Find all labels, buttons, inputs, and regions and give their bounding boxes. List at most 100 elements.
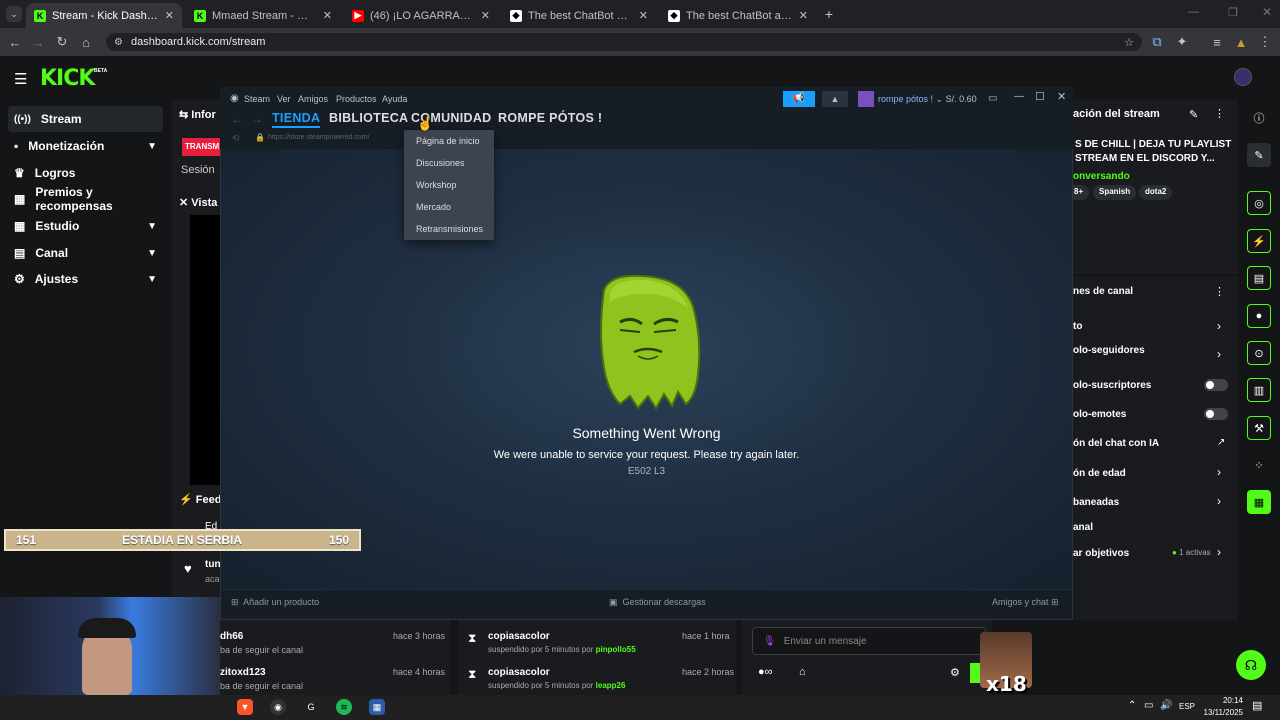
tray-chevron-up-icon[interactable]: ⌃: [1128, 700, 1136, 711]
focus-icon[interactable]: ◎: [1247, 191, 1271, 215]
steam-account-menu[interactable]: rompe pótos ! ⌄ S/. 0.60: [878, 94, 977, 105]
clock-time[interactable]: 20:14: [1203, 696, 1243, 705]
chevron-right-icon[interactable]: ›: [1217, 494, 1221, 508]
mod-username[interactable]: copiasacolor: [488, 667, 550, 678]
option-label[interactable]: olo-seguidores: [1073, 345, 1145, 356]
notifications-icon[interactable]: ▤: [1252, 699, 1262, 712]
sidebar-item-monetizacion[interactable]: ▪ Monetización ▼: [8, 133, 163, 159]
tab-chatbot-1[interactable]: ◆ The best ChatBot and Widgets ✕: [502, 3, 656, 28]
external-link-icon[interactable]: ↗: [1217, 437, 1225, 448]
steam-menu-ver[interactable]: Ver: [277, 94, 291, 104]
steam-menu-ayuda[interactable]: Ayuda: [382, 94, 407, 104]
store-icon[interactable]: ⌂: [799, 666, 806, 678]
volume-icon[interactable]: 🔊: [1160, 700, 1172, 711]
info-icon[interactable]: ⓘ: [1247, 106, 1271, 130]
option-label[interactable]: baneadas: [1073, 497, 1119, 508]
chat-bubble-icon[interactable]: ●: [1247, 304, 1271, 328]
close-window-icon[interactable]: ✕: [1262, 5, 1272, 19]
tab-chatbot-2[interactable]: ◆ The best ChatBot and Widgets ✕: [660, 3, 816, 28]
steam-nav-profile[interactable]: ROMPE PÓTOS !: [498, 111, 602, 125]
close-tab-icon[interactable]: ✕: [799, 9, 808, 22]
bookmark-star-icon[interactable]: ☆: [1124, 36, 1134, 49]
more-options-icon[interactable]: ⋮: [1214, 285, 1225, 298]
new-tab-icon[interactable]: +: [821, 6, 837, 22]
site-info-icon[interactable]: ⚙: [114, 37, 123, 48]
steam-user-avatar[interactable]: [858, 91, 874, 107]
option-label[interactable]: to: [1073, 321, 1082, 332]
sidebar-item-canal[interactable]: ▤ Canal ▼: [8, 240, 163, 266]
option-label[interactable]: ón de edad: [1073, 468, 1126, 479]
steam-nav-biblioteca[interactable]: BIBLIOTECA: [329, 111, 408, 125]
notifications-bell-icon[interactable]: ▲: [822, 91, 848, 107]
close-tab-icon[interactable]: ✕: [165, 9, 174, 22]
forward-icon[interactable]: →: [29, 33, 47, 51]
steam-maximize-icon[interactable]: ☐: [1035, 90, 1045, 103]
reload-icon[interactable]: ↻: [53, 33, 71, 51]
dropdown-item-inicio[interactable]: Página de inicio: [416, 136, 480, 146]
chat-input[interactable]: 🎙 Enviar un mensaje: [752, 627, 986, 655]
brave-rewards-icon[interactable]: ▲: [1232, 33, 1250, 51]
close-tab-icon[interactable]: ✕: [481, 9, 490, 22]
sidebar-item-estudio[interactable]: ▦ Estudio ▼: [8, 213, 163, 239]
clock-date[interactable]: 13/11/2025: [1200, 708, 1243, 717]
steam-close-icon[interactable]: ✕: [1057, 90, 1066, 103]
big-picture-icon[interactable]: ▭: [988, 93, 997, 104]
calculator-icon[interactable]: ▦: [369, 699, 385, 715]
chat-emote-icon[interactable]: ●∞: [758, 666, 773, 678]
chevron-right-icon[interactable]: ›: [1217, 319, 1221, 333]
logitech-icon[interactable]: G: [303, 699, 319, 715]
restore-window-icon[interactable]: ❐: [1228, 6, 1238, 19]
extensions-icon[interactable]: ✦: [1173, 33, 1191, 51]
chat-settings-icon[interactable]: ⚙: [950, 666, 960, 679]
steam-menu-steam[interactable]: Steam: [244, 94, 270, 104]
network-icon[interactable]: ▭: [1144, 700, 1153, 711]
microphone-icon[interactable]: 🎙: [763, 636, 776, 647]
chevron-right-icon[interactable]: ›: [1217, 347, 1221, 361]
url-bar[interactable]: ⚙ dashboard.kick.com/stream ☆: [106, 33, 1142, 51]
hamburger-menu-icon[interactable]: ☰: [14, 70, 27, 88]
layout-icon[interactable]: ▥: [1247, 378, 1271, 402]
tab-kick-dashboard[interactable]: K Stream - Kick Dashboard ✕: [26, 3, 182, 28]
spotify-icon[interactable]: ≋: [336, 699, 352, 715]
chevron-right-icon[interactable]: ›: [1217, 465, 1221, 479]
language-indicator[interactable]: ESP: [1179, 702, 1195, 711]
option-label[interactable]: anal: [1073, 522, 1093, 533]
steam-minimize-icon[interactable]: —: [1014, 91, 1024, 102]
option-label[interactable]: ón del chat con IA: [1073, 438, 1159, 449]
dots-icon[interactable]: ⁘: [1247, 453, 1271, 477]
translate-extension-icon[interactable]: ⧉: [1148, 33, 1166, 51]
steam-back-icon[interactable]: ←: [231, 112, 243, 126]
followers-only-toggle[interactable]: [1204, 379, 1228, 391]
brave-browser-icon[interactable]: ▼: [237, 699, 253, 715]
edit-pencil-icon[interactable]: ✎: [1189, 108, 1198, 121]
option-label[interactable]: ar objetivos: [1073, 548, 1129, 559]
obs-icon[interactable]: ◉: [270, 699, 286, 715]
steam-reload-icon[interactable]: ⟲: [232, 133, 240, 144]
feed-username[interactable]: dh66: [220, 631, 243, 642]
more-options-icon[interactable]: ⋮: [1214, 107, 1225, 120]
home-icon[interactable]: ⌂: [77, 33, 95, 51]
close-tab-icon[interactable]: ✕: [639, 9, 648, 22]
close-tab-icon[interactable]: ✕: [323, 9, 332, 22]
user-avatar[interactable]: [1234, 68, 1252, 86]
media-controls-icon[interactable]: ≡: [1208, 33, 1226, 51]
steam-nav-tienda[interactable]: TIENDA: [272, 111, 321, 128]
back-icon[interactable]: ←: [6, 33, 24, 51]
pencil-icon[interactable]: ✎: [1247, 143, 1271, 167]
tab-youtube[interactable]: ▶ (46) ¡LO AGARRAN de SAN ✕: [344, 3, 498, 28]
mod-username[interactable]: copiasacolor: [488, 631, 550, 642]
mod-by-user[interactable]: pinpollo55: [596, 645, 636, 654]
steam-forward-icon[interactable]: →: [251, 112, 263, 126]
mod-by-user[interactable]: leapp26: [596, 681, 626, 690]
tab-mmaed-stream[interactable]: K Mmaed Stream - Watch Live on ✕: [186, 3, 340, 28]
friends-chat-button[interactable]: Amigos y chat ⊞: [992, 597, 1059, 608]
manage-downloads-button[interactable]: ▣ Gestionar descargas: [609, 597, 706, 608]
lightning-icon[interactable]: ⚡: [1247, 229, 1271, 253]
dropdown-item-retransmisiones[interactable]: Retransmisiones: [416, 224, 483, 234]
clapperboard-icon[interactable]: ▦: [1247, 490, 1271, 514]
kick-logo[interactable]: KICK: [40, 66, 95, 91]
dropdown-item-workshop[interactable]: Workshop: [416, 180, 456, 190]
document-icon[interactable]: ▤: [1247, 266, 1271, 290]
steam-menu-amigos[interactable]: Amigos: [298, 94, 328, 104]
chevron-right-icon[interactable]: ›: [1217, 545, 1221, 559]
